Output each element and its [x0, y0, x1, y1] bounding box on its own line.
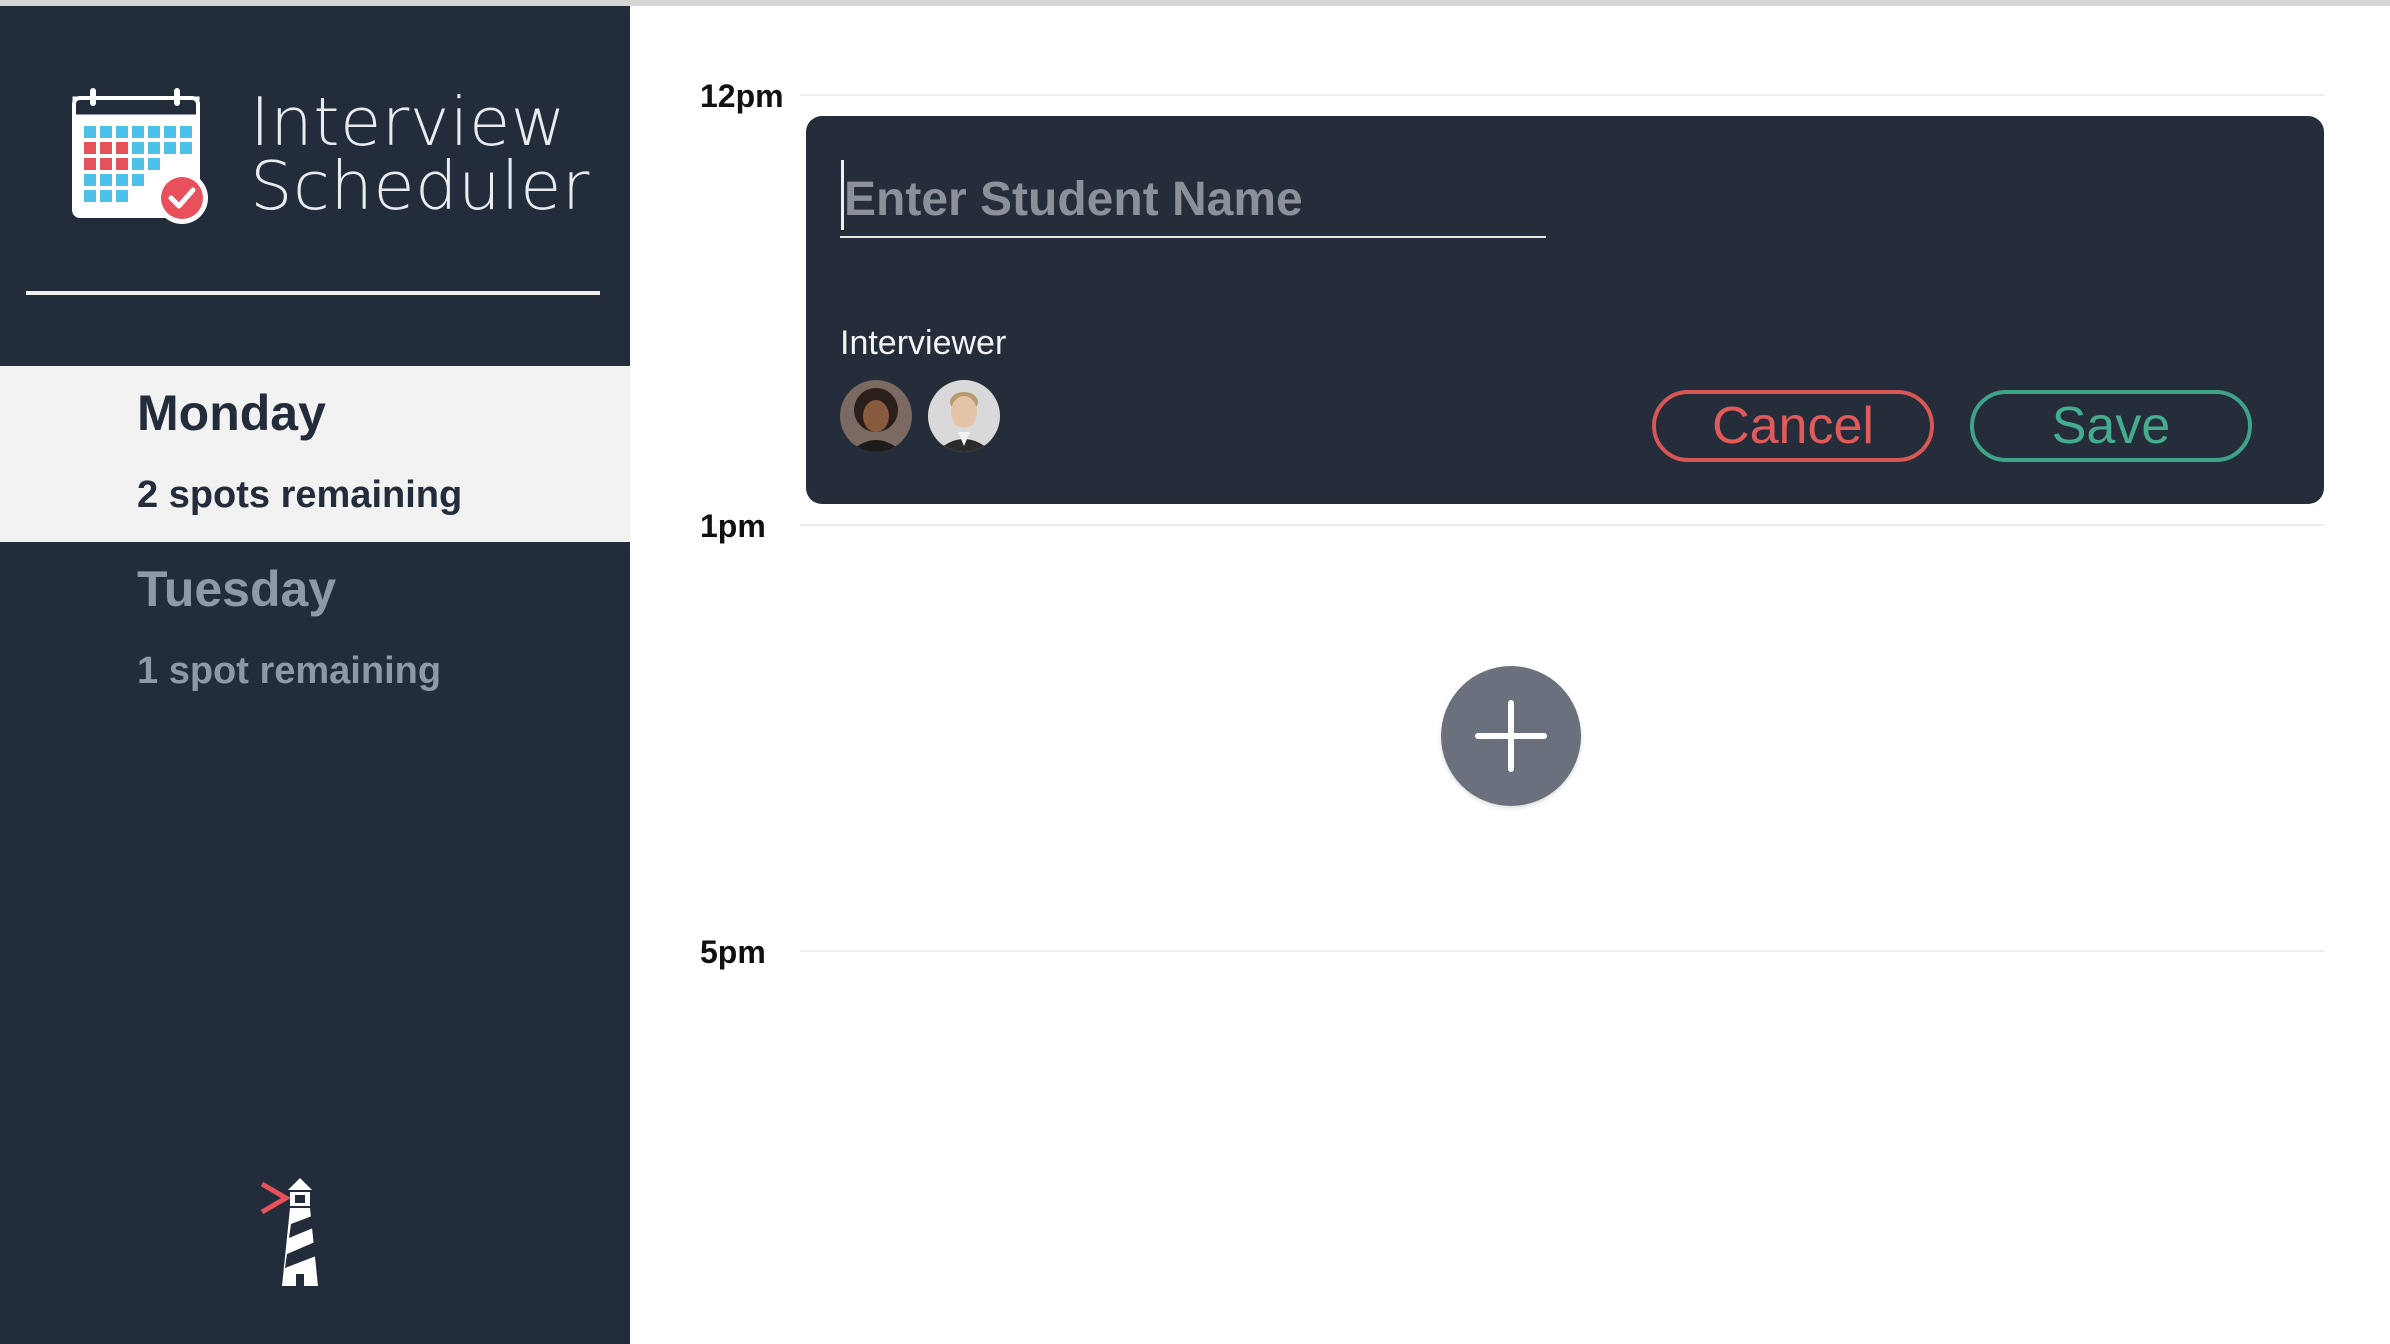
brand: Interview Scheduler: [70, 86, 610, 226]
time-slot-label-5pm: 5pm: [700, 934, 766, 970]
interviewer-list: [840, 380, 1000, 452]
sidebar-divider: [26, 291, 600, 295]
app-title-line-1: Interview: [250, 83, 567, 161]
appointment-form: Interviewer Cancel: [806, 116, 2324, 504]
time-slot-divider: [800, 524, 2325, 526]
calendar-check-icon: [72, 88, 208, 224]
day-spots-remaining: 1 spot remaining: [137, 650, 442, 692]
sidebar: Interview Scheduler Monday 2 spots remai…: [0, 6, 630, 1344]
time-slot-divider: [800, 950, 2325, 952]
cancel-button[interactable]: Cancel: [1652, 390, 1934, 462]
interviewer-label: Interviewer: [840, 324, 1007, 362]
add-appointment-button[interactable]: [1441, 666, 1581, 806]
app-title: Interview Scheduler: [250, 83, 630, 225]
student-name-input[interactable]: [840, 162, 1546, 238]
day-list-item-tuesday[interactable]: Tuesday 1 spot remaining: [0, 542, 630, 718]
day-name: Tuesday: [137, 561, 337, 617]
time-slot-divider: [800, 94, 2325, 96]
day-name: Monday: [137, 385, 326, 441]
text-cursor: [841, 160, 844, 230]
window-top-border: [0, 0, 2390, 6]
day-list: Monday 2 spots remaining Tuesday 1 spot …: [0, 366, 630, 718]
app-title-line-2: Scheduler: [250, 147, 590, 225]
lighthouse-icon: [260, 1178, 318, 1286]
time-slot-label-1pm: 1pm: [700, 508, 766, 544]
day-list-item-monday[interactable]: Monday 2 spots remaining: [0, 366, 630, 542]
schedule: 12pm Interviewer: [630, 6, 2390, 1344]
day-spots-remaining: 2 spots remaining: [137, 474, 463, 516]
plus-icon: [1475, 700, 1547, 772]
interviewer-avatar-man[interactable]: [928, 380, 1000, 452]
time-slot-label-12pm: 12pm: [700, 78, 784, 114]
save-button[interactable]: Save: [1970, 390, 2252, 462]
interviewer-avatar-woman[interactable]: [840, 380, 912, 452]
